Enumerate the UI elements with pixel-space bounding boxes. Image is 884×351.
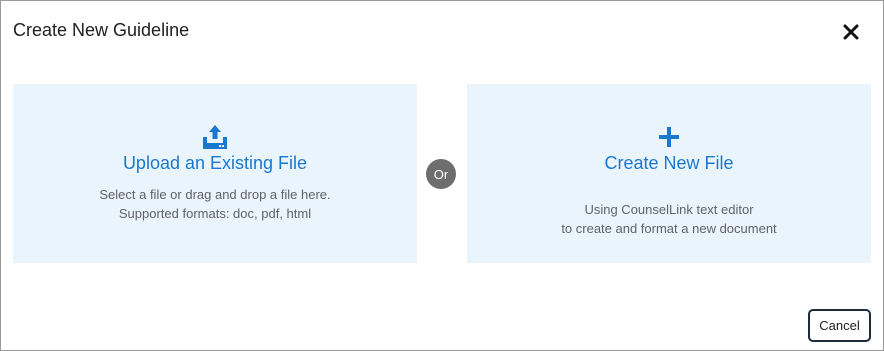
create-card-description-line2: to create and format a new document xyxy=(561,221,777,236)
or-separator-badge: Or xyxy=(426,159,456,189)
upload-icon xyxy=(203,125,227,149)
dialog-title: Create New Guideline xyxy=(13,20,190,40)
create-card-description-line1: Using CounselLink text editor xyxy=(584,202,754,217)
cancel-button[interactable]: Cancel xyxy=(808,309,871,342)
plus-icon xyxy=(659,127,679,147)
create-new-file-card[interactable]: Create New File Using CounselLink text e… xyxy=(467,84,871,263)
create-card-title: Create New File xyxy=(604,153,734,173)
close-icon xyxy=(843,24,859,40)
upload-card-title: Upload an Existing File xyxy=(122,153,308,173)
upload-card-description-line1: Select a file or drag and drop a file he… xyxy=(99,187,331,202)
upload-card-description-line2: Supported formats: doc, pdf, html xyxy=(118,206,312,221)
close-button[interactable] xyxy=(839,20,863,44)
upload-existing-file-card[interactable]: Upload an Existing File Select a file or… xyxy=(13,84,417,263)
create-guideline-dialog: Create New Guideline Upload an Existing … xyxy=(0,0,884,351)
create-card-description: Using CounselLink text editor to create … xyxy=(467,200,871,238)
upload-card-description: Select a file or drag and drop a file he… xyxy=(13,185,417,223)
